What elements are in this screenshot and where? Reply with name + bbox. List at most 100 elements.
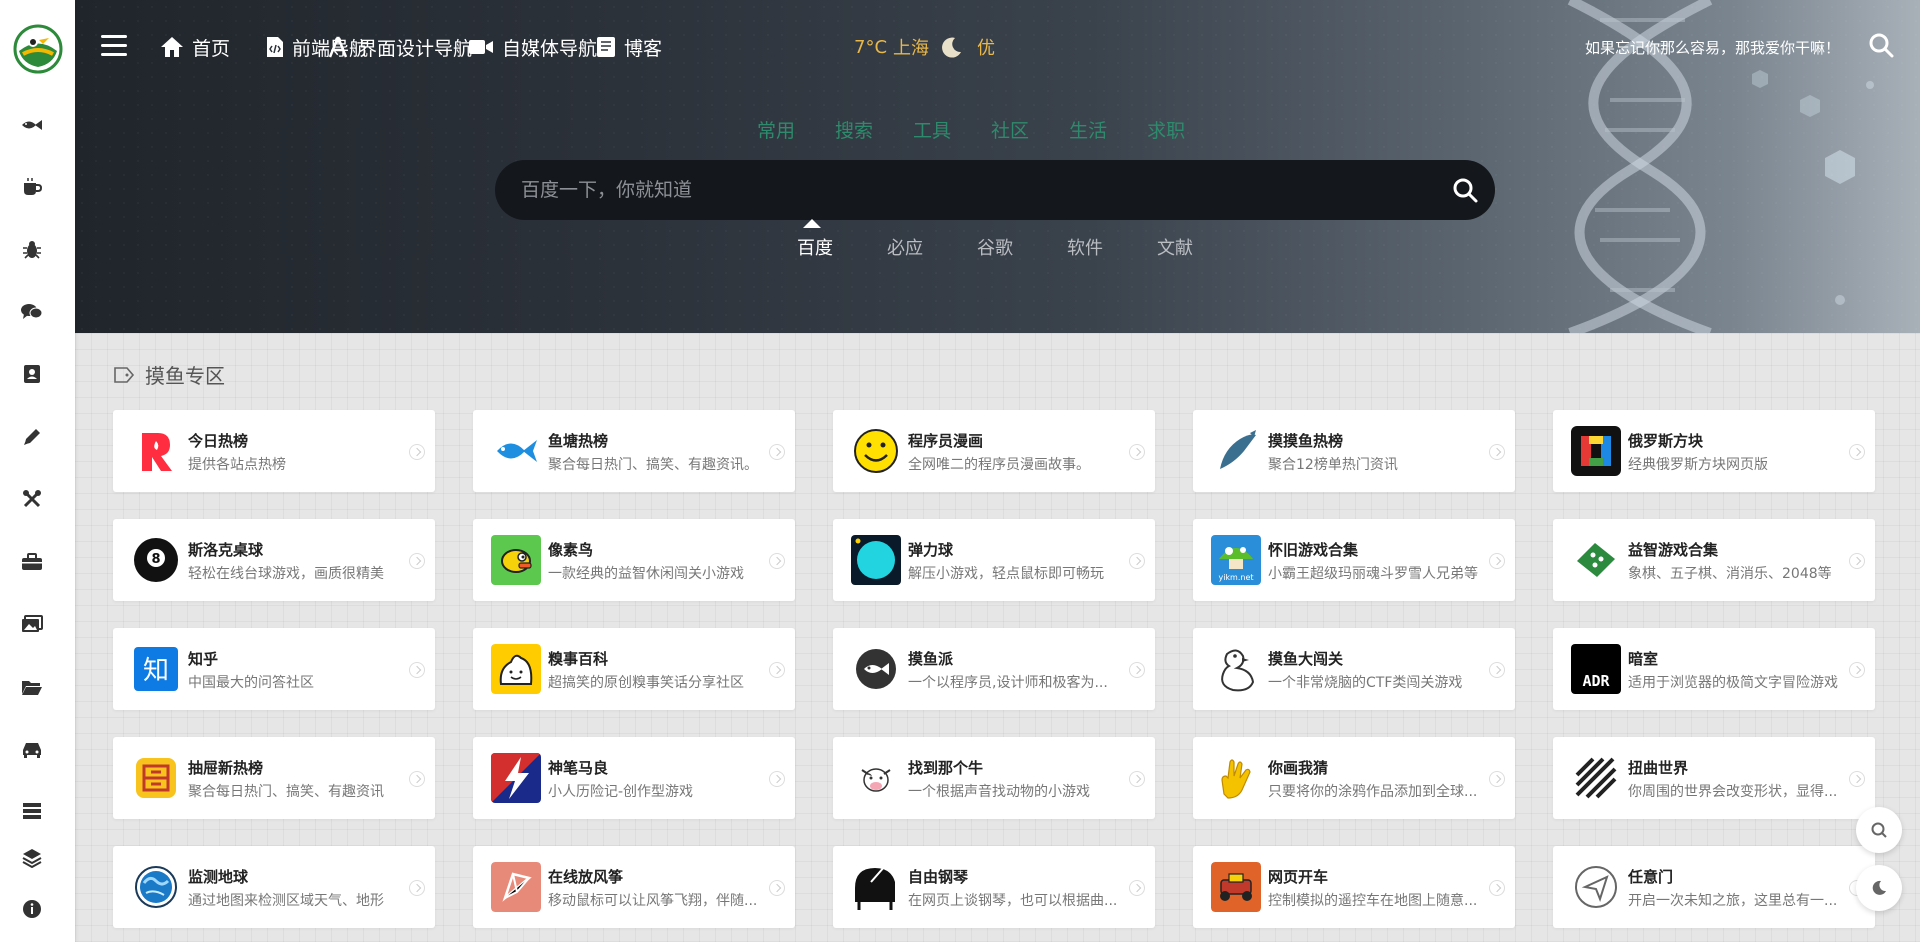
- engine-pointer: [803, 219, 821, 228]
- chevron-right-icon[interactable]: [409, 880, 425, 896]
- contacts-book-icon[interactable]: [20, 362, 44, 386]
- pencil-icon[interactable]: [20, 425, 44, 449]
- site-card[interactable]: 监测地球 通过地图来检测区域天气、地形: [113, 846, 435, 928]
- chevron-right-icon[interactable]: [769, 662, 785, 678]
- tab-common[interactable]: 常用: [757, 116, 795, 143]
- site-card[interactable]: yikm.net 怀旧游戏合集 小霸王超级玛丽魂斗罗雪人兄弟等: [1193, 519, 1515, 601]
- chevron-right-icon[interactable]: [1489, 771, 1505, 787]
- chevron-right-icon[interactable]: [409, 553, 425, 569]
- nav-media[interactable]: 自媒体导航: [468, 33, 597, 61]
- chevron-right-icon[interactable]: [409, 771, 425, 787]
- tab-search[interactable]: 搜索: [835, 116, 873, 143]
- engine-software[interactable]: 软件: [1067, 234, 1103, 260]
- card-title: 摸鱼派: [908, 650, 954, 668]
- briefcase-icon[interactable]: [20, 550, 44, 574]
- site-card[interactable]: 抽屉新热榜 聚合每日热门、搞笑、有趣资讯: [113, 737, 435, 819]
- site-card[interactable]: 自由钢琴 在网页上谈钢琴，也可以根据曲...: [833, 846, 1155, 928]
- chat-icon[interactable]: [20, 300, 44, 324]
- tab-community[interactable]: 社区: [991, 116, 1029, 143]
- site-card[interactable]: 像素鸟 一款经典的益智休闲闯关小游戏: [473, 519, 795, 601]
- chevron-right-icon[interactable]: [1489, 880, 1505, 896]
- site-card[interactable]: 今日热榜 提供各站点热榜: [113, 410, 435, 492]
- chevron-right-icon[interactable]: [1489, 444, 1505, 460]
- layers-icon[interactable]: [20, 846, 44, 870]
- fish-pie-logo: [851, 644, 901, 694]
- site-card[interactable]: 神笔马良 小人历险记-创作型游戏: [473, 737, 795, 819]
- site-card[interactable]: 8 斯洛克桌球 轻松在线台球游戏，画质很精美: [113, 519, 435, 601]
- tab-life[interactable]: 生活: [1069, 116, 1107, 143]
- search-submit-icon[interactable]: [1451, 176, 1479, 204]
- bug-icon[interactable]: [20, 238, 44, 262]
- chevron-right-icon[interactable]: [1129, 553, 1145, 569]
- tools-icon[interactable]: [20, 487, 44, 511]
- fish-icon[interactable]: [20, 113, 44, 137]
- float-theme-button[interactable]: [1856, 865, 1902, 911]
- site-card[interactable]: 摸摸鱼热榜 聚合12榜单热门资讯: [1193, 410, 1515, 492]
- tab-tools[interactable]: 工具: [913, 116, 951, 143]
- nav-ui-design[interactable]: 界面设计导航: [326, 33, 472, 61]
- smiley-logo: [851, 426, 901, 476]
- folder-open-icon[interactable]: [20, 675, 44, 699]
- card-title: 抽屉新热榜: [188, 759, 264, 777]
- card-description: 只要将你的涂鸦作品添加到全球...: [1268, 784, 1478, 800]
- site-card[interactable]: 摸鱼派 一个以程序员,设计师和极客为...: [833, 628, 1155, 710]
- chevron-right-icon[interactable]: [1849, 553, 1865, 569]
- site-card[interactable]: 鱼塘热榜 聚合每日热门、搞笑、有趣资讯。: [473, 410, 795, 492]
- site-card[interactable]: 程序员漫画 全网唯二的程序员漫画故事。: [833, 410, 1155, 492]
- chevron-right-icon[interactable]: [769, 771, 785, 787]
- engine-google[interactable]: 谷歌: [977, 234, 1013, 260]
- engine-baidu[interactable]: 百度: [797, 234, 833, 260]
- card-title: 程序员漫画: [908, 432, 984, 450]
- chevron-right-icon[interactable]: [409, 662, 425, 678]
- images-icon[interactable]: [20, 612, 44, 636]
- search-icon[interactable]: [1868, 32, 1894, 58]
- fire-r-logo: [131, 426, 181, 476]
- server-icon[interactable]: [20, 799, 44, 823]
- site-card[interactable]: 网页开车 控制模拟的遥控车在地图上随意...: [1193, 846, 1515, 928]
- chevron-right-icon[interactable]: [1849, 662, 1865, 678]
- float-search-button[interactable]: [1856, 807, 1902, 853]
- weather-widget[interactable]: 7°C 上海 优: [854, 34, 995, 60]
- chevron-right-icon[interactable]: [1489, 662, 1505, 678]
- menu-toggle-button[interactable]: [101, 35, 127, 57]
- site-card[interactable]: 摸鱼大闯关 一个非常烧脑的CTF类闯关游戏: [1193, 628, 1515, 710]
- chevron-right-icon[interactable]: [769, 444, 785, 460]
- engine-papers[interactable]: 文献: [1157, 234, 1193, 260]
- chevron-right-icon[interactable]: [769, 880, 785, 896]
- chevron-right-icon[interactable]: [1129, 880, 1145, 896]
- earth-logo: [131, 862, 181, 912]
- site-card[interactable]: 知 知乎 中国最大的问答社区: [113, 628, 435, 710]
- card-title: 摸鱼大闯关: [1268, 650, 1344, 668]
- card-description: 在网页上谈钢琴，也可以根据曲...: [908, 893, 1118, 909]
- site-card[interactable]: 你画我猜 只要将你的涂鸦作品添加到全球...: [1193, 737, 1515, 819]
- nav-home[interactable]: 首页: [160, 33, 230, 61]
- site-card[interactable]: 在线放风筝 移动鼠标可以让风筝飞翔，伴随...: [473, 846, 795, 928]
- chevron-right-icon[interactable]: [1849, 771, 1865, 787]
- card-title: 今日热榜: [188, 432, 249, 450]
- chevron-right-icon[interactable]: [1129, 444, 1145, 460]
- site-card[interactable]: 糗事百科 超搞笑的原创糗事笑话分享社区: [473, 628, 795, 710]
- chevron-right-icon[interactable]: [1129, 771, 1145, 787]
- info-icon[interactable]: [20, 897, 44, 921]
- main-content: 摸鱼专区 今日热榜 提供各站点热榜 鱼塘热榜 聚合每日热门、搞笑、有趣资讯。 程序员漫画…: [75, 333, 1920, 942]
- card-title: 鱼塘热榜: [548, 432, 609, 450]
- site-card[interactable]: 俄罗斯方块 经典俄罗斯方块网页版: [1553, 410, 1875, 492]
- chevron-right-icon[interactable]: [409, 444, 425, 460]
- chevron-right-icon[interactable]: [1129, 662, 1145, 678]
- tab-jobs[interactable]: 求职: [1147, 116, 1185, 143]
- site-logo[interactable]: [13, 24, 63, 74]
- site-card[interactable]: 任意门 开启一次未知之旅，这里总有一...: [1553, 846, 1875, 928]
- site-card[interactable]: 弹力球 解压小游戏，轻点鼠标即可畅玩: [833, 519, 1155, 601]
- chevron-right-icon[interactable]: [1849, 444, 1865, 460]
- site-card[interactable]: 找到那个牛 一个根据声音找动物的小游戏: [833, 737, 1155, 819]
- coffee-icon[interactable]: [20, 175, 44, 199]
- car-icon[interactable]: [20, 737, 44, 761]
- engine-bing[interactable]: 必应: [887, 234, 923, 260]
- site-card[interactable]: ADR 暗室 适用于浏览器的极简文字冒险游戏: [1553, 628, 1875, 710]
- chevron-right-icon[interactable]: [769, 553, 785, 569]
- site-card[interactable]: 扭曲世界 你周围的世界会改变形状，显得...: [1553, 737, 1875, 819]
- nav-blog[interactable]: 博客: [596, 33, 662, 61]
- search-input[interactable]: [495, 160, 1435, 220]
- chevron-right-icon[interactable]: [1489, 553, 1505, 569]
- site-card[interactable]: 益智游戏合集 象棋、五子棋、消消乐、2048等: [1553, 519, 1875, 601]
